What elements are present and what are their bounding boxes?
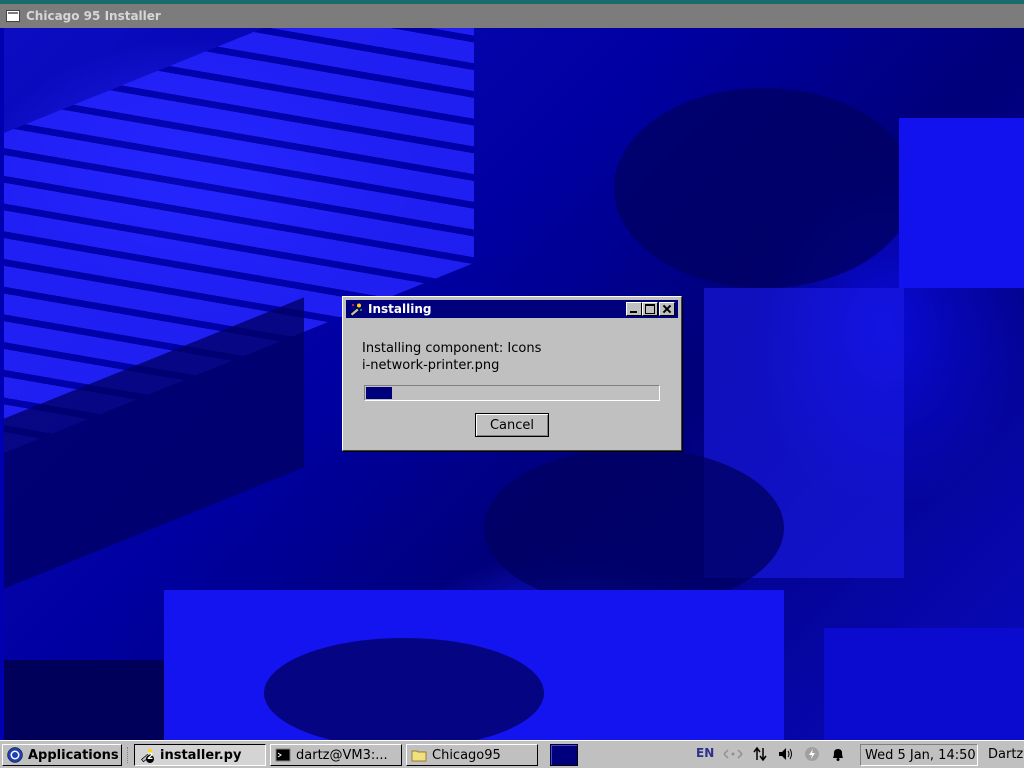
applications-label: Applications bbox=[28, 747, 119, 763]
progress-fill bbox=[366, 387, 392, 399]
close-button[interactable] bbox=[659, 302, 675, 316]
install-progress-bar bbox=[364, 385, 660, 401]
show-desktop-button[interactable] bbox=[550, 744, 578, 766]
cancel-button[interactable]: Cancel bbox=[475, 413, 549, 437]
dialog-title: Installing bbox=[368, 302, 432, 316]
taskbar-clock[interactable]: Wed 5 Jan, 14:50 bbox=[860, 744, 978, 766]
notification-bell-icon[interactable] bbox=[830, 746, 846, 765]
installing-dialog: Installing Installing component: Icons i… bbox=[342, 296, 682, 451]
window-menu-icon[interactable] bbox=[6, 10, 20, 22]
wallpaper-panel bbox=[824, 628, 1024, 740]
wallpaper-panel bbox=[899, 118, 1024, 288]
user-name[interactable]: Dartz bbox=[988, 747, 1023, 762]
taskbar-button-label: installer.py bbox=[160, 747, 242, 763]
start-logo-icon bbox=[7, 747, 23, 763]
power-icon[interactable] bbox=[804, 746, 820, 765]
window-count-badge: 2 bbox=[147, 752, 154, 762]
taskbar: Applications 2 installer.py dartz@VM3:..… bbox=[0, 740, 1024, 768]
outer-window-title: Chicago 95 Installer bbox=[26, 9, 161, 23]
outer-window-titlebar[interactable]: Chicago 95 Installer bbox=[0, 0, 1024, 28]
taskbar-grip[interactable] bbox=[127, 747, 131, 763]
keyboard-language-indicator[interactable]: EN bbox=[696, 746, 714, 760]
maximize-button[interactable] bbox=[642, 302, 658, 316]
taskbar-button-installer[interactable]: 2 installer.py bbox=[134, 744, 266, 766]
taskbar-button-folder[interactable]: Chicago95 bbox=[406, 744, 538, 766]
taskbar-button-label: dartz@VM3:... bbox=[296, 747, 388, 763]
network-wifi-icon[interactable] bbox=[722, 746, 744, 765]
wallpaper-disc bbox=[484, 448, 784, 608]
volume-icon[interactable] bbox=[778, 746, 794, 765]
wallpaper-disc bbox=[614, 88, 914, 288]
install-status-text: Installing component: Icons bbox=[362, 341, 542, 356]
wallpaper-mouse bbox=[264, 638, 544, 740]
wallpaper-corner bbox=[4, 660, 164, 740]
taskbar-button-terminal[interactable]: dartz@VM3:... bbox=[270, 744, 402, 766]
dialog-titlebar[interactable]: Installing bbox=[346, 300, 678, 318]
installer-icon: 2 bbox=[139, 747, 155, 763]
network-transfer-icon[interactable] bbox=[752, 746, 768, 765]
folder-icon bbox=[411, 747, 427, 763]
install-file-text: i-network-printer.png bbox=[362, 358, 500, 373]
installer-wand-icon bbox=[349, 303, 362, 316]
minimize-button[interactable] bbox=[626, 302, 642, 316]
terminal-icon bbox=[275, 747, 291, 763]
applications-menu-button[interactable]: Applications bbox=[2, 744, 122, 766]
system-tray: EN bbox=[690, 744, 858, 766]
taskbar-button-label: Chicago95 bbox=[432, 747, 501, 763]
